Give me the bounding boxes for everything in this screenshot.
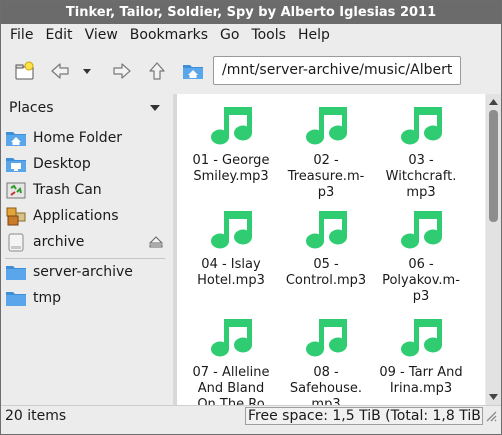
music-file-icon	[401, 107, 442, 145]
status-bar: 20 items Free space: 1,5 TiB (Total: 1,8…	[1, 405, 501, 434]
file-manager-window: Tinker, Tailor, Soldier, Spy by Alberto …	[0, 0, 502, 435]
menu-help[interactable]: Help	[292, 24, 336, 47]
eject-button[interactable]	[148, 236, 164, 252]
music-file-icon	[211, 211, 252, 249]
applications-icon	[6, 207, 26, 226]
folder-icon	[6, 292, 26, 306]
folder-icon	[6, 266, 26, 280]
free-space: Free space: 1,5 TiB (Total: 1,8 TiB)	[245, 407, 483, 425]
window-title: Tinker, Tailor, Soldier, Spy by Alberto …	[1, 1, 501, 24]
sidebar-item-label: Home Folder	[33, 130, 123, 146]
item-count: 20 items	[5, 408, 67, 424]
music-file-icon	[401, 319, 442, 357]
sidebar-item-label: tmp	[33, 290, 62, 306]
back-button[interactable]	[48, 59, 72, 83]
up-arrow-icon	[149, 62, 165, 80]
file-name: 05 - Control.mp3	[285, 257, 367, 288]
home-folder-icon	[6, 132, 26, 146]
sidebar-item-label: archive	[33, 234, 85, 250]
music-file-icon	[306, 319, 347, 357]
forward-button[interactable]	[110, 59, 134, 83]
back-arrow-icon	[51, 63, 69, 79]
scroll-up-button[interactable]	[486, 94, 501, 110]
file-name: 02 - Treasure.m-p3	[287, 153, 365, 200]
scrollbar-thumb[interactable]	[489, 110, 498, 222]
new-tab-icon	[15, 61, 34, 80]
scroll-down-button[interactable]	[486, 389, 501, 405]
scroll-up-arrow-icon	[489, 99, 498, 105]
sidebar-item-home-folder[interactable]: Home Folder	[5, 126, 169, 150]
file-name: 07 - Alleline And Bland On The Ro	[192, 365, 270, 405]
menu-view[interactable]: View	[79, 24, 124, 47]
music-file-icon	[211, 319, 252, 357]
sidebar-item-tmp[interactable]: tmp	[5, 286, 169, 310]
sidebar-item-label: Desktop	[33, 156, 91, 172]
up-button[interactable]	[145, 59, 169, 83]
file-name: 04 - Islay Hotel.mp3	[197, 257, 265, 288]
sidebar-item-archive[interactable]: archive	[5, 230, 169, 254]
scroll-down-arrow-icon	[489, 394, 498, 400]
music-file-icon	[401, 211, 442, 249]
resize-grip-icon	[486, 411, 497, 422]
sidebar-separator	[5, 258, 165, 259]
sidebar-item-label: server-archive	[33, 264, 133, 280]
sidebar-item-label: Applications	[33, 208, 119, 224]
file-name: 08 - Safehouse. mp3	[289, 365, 363, 405]
drive-icon	[8, 233, 24, 252]
menubar: File Edit View Bookmarks Go Tools Help	[1, 24, 501, 47]
file-item[interactable]: 02 - Treasure.m-p3	[280, 104, 372, 204]
file-view: 01 - George Smiley.mp3 02 - Treasure.m-p…	[177, 94, 485, 405]
location-bar[interactable]: /mnt/server-archive/music/Albert	[213, 56, 461, 85]
places-header[interactable]: Places	[1, 94, 171, 122]
music-file-icon	[306, 211, 347, 249]
menu-bookmarks[interactable]: Bookmarks	[124, 24, 214, 47]
music-file-icon	[211, 107, 252, 145]
file-name: 03 - Witchcraft. mp3	[385, 153, 457, 200]
vertical-scrollbar[interactable]	[486, 94, 501, 405]
menu-go[interactable]: Go	[214, 24, 245, 47]
sidebar-item-server-archive[interactable]: server-archive	[5, 260, 169, 284]
file-item[interactable]: 06 - Polyakov.m-p3	[375, 208, 467, 308]
file-name: 06 - Polyakov.m-p3	[382, 257, 460, 304]
home-folder-icon	[183, 65, 203, 79]
chevron-down-icon	[150, 105, 160, 111]
sidebar-item-applications[interactable]: Applications	[5, 204, 169, 228]
trash-icon	[6, 182, 26, 199]
file-item[interactable]: 04 - Islay Hotel.mp3	[185, 208, 277, 308]
file-item[interactable]: 08 - Safehouse. mp3	[280, 316, 372, 405]
file-item[interactable]: 07 - Alleline And Bland On The Ro	[185, 316, 277, 405]
chevron-down-icon	[83, 69, 91, 74]
menu-tools[interactable]: Tools	[245, 24, 292, 47]
places-sidebar: Places Home Folder Desktop Trash Can App…	[1, 94, 171, 405]
places-header-label: Places	[9, 100, 54, 116]
new-tab-button[interactable]	[13, 59, 37, 83]
back-history-dropdown[interactable]	[79, 59, 95, 83]
forward-arrow-icon	[113, 63, 131, 79]
home-button[interactable]	[181, 59, 205, 83]
file-name: 09 - Tarr And Irina.mp3	[379, 365, 463, 396]
desktop-folder-icon	[6, 158, 26, 172]
file-item[interactable]: 05 - Control.mp3	[280, 208, 372, 308]
sidebar-item-desktop[interactable]: Desktop	[5, 152, 169, 176]
file-item[interactable]: 01 - George Smiley.mp3	[185, 104, 277, 204]
music-file-icon	[306, 107, 347, 145]
resize-grip[interactable]	[485, 410, 497, 426]
menu-edit[interactable]: Edit	[39, 24, 78, 47]
file-item[interactable]: 09 - Tarr And Irina.mp3	[375, 316, 467, 405]
file-name: 01 - George Smiley.mp3	[192, 153, 270, 184]
sidebar-item-label: Trash Can	[33, 182, 102, 198]
menu-file[interactable]: File	[4, 24, 39, 47]
eject-icon	[148, 236, 164, 248]
sidebar-item-trash[interactable]: Trash Can	[5, 178, 169, 202]
file-item[interactable]: 03 - Witchcraft. mp3	[375, 104, 467, 204]
